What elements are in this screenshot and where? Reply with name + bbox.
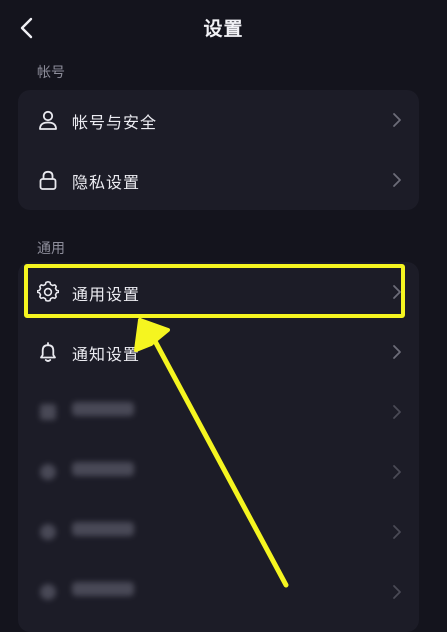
bell-icon <box>40 342 56 362</box>
account-security-label: 帐号与安全 <box>72 113 158 132</box>
blurred-list-item[interactable] <box>18 562 419 622</box>
section-label-general: 通用 <box>37 241 65 257</box>
blurred-list-item[interactable] <box>18 502 419 562</box>
blurred-icon <box>40 584 56 600</box>
general-settings-item[interactable]: 通用设置 <box>18 262 419 322</box>
top-bar: 设置 <box>0 0 447 56</box>
chevron-right-icon <box>393 285 401 299</box>
account-settings-group: 帐号与安全 隐私设置 <box>18 90 419 210</box>
blurred-list-item[interactable] <box>18 382 419 442</box>
privacy-settings-label: 隐私设置 <box>72 173 141 192</box>
blurred-label <box>72 521 134 540</box>
chevron-right-icon <box>393 525 401 539</box>
page-title: 设置 <box>203 18 244 40</box>
chevron-right-icon <box>393 465 401 479</box>
account-security-item[interactable]: 帐号与安全 <box>18 90 419 150</box>
section-label-account: 帐号 <box>37 65 65 81</box>
blurred-icon <box>40 404 56 420</box>
notification-settings-label: 通知设置 <box>72 345 141 364</box>
privacy-settings-item[interactable]: 隐私设置 <box>18 150 419 210</box>
chevron-right-icon <box>393 405 401 419</box>
blurred-icon <box>40 524 56 540</box>
chevron-right-icon <box>393 113 401 127</box>
blurred-list-item[interactable] <box>18 442 419 502</box>
chevron-right-icon <box>393 345 401 359</box>
general-settings-group: 通用设置 通知设置 <box>18 262 419 632</box>
person-icon <box>39 110 57 130</box>
lock-icon <box>39 170 57 190</box>
chevron-right-icon <box>393 173 401 187</box>
blurred-label <box>72 401 134 420</box>
blurred-label <box>72 461 134 480</box>
gear-icon <box>37 281 59 302</box>
blurred-icon <box>40 464 56 480</box>
chevron-right-icon <box>393 585 401 599</box>
blurred-label <box>72 581 134 600</box>
notification-settings-item[interactable]: 通知设置 <box>18 322 419 382</box>
general-settings-label: 通用设置 <box>72 285 141 304</box>
